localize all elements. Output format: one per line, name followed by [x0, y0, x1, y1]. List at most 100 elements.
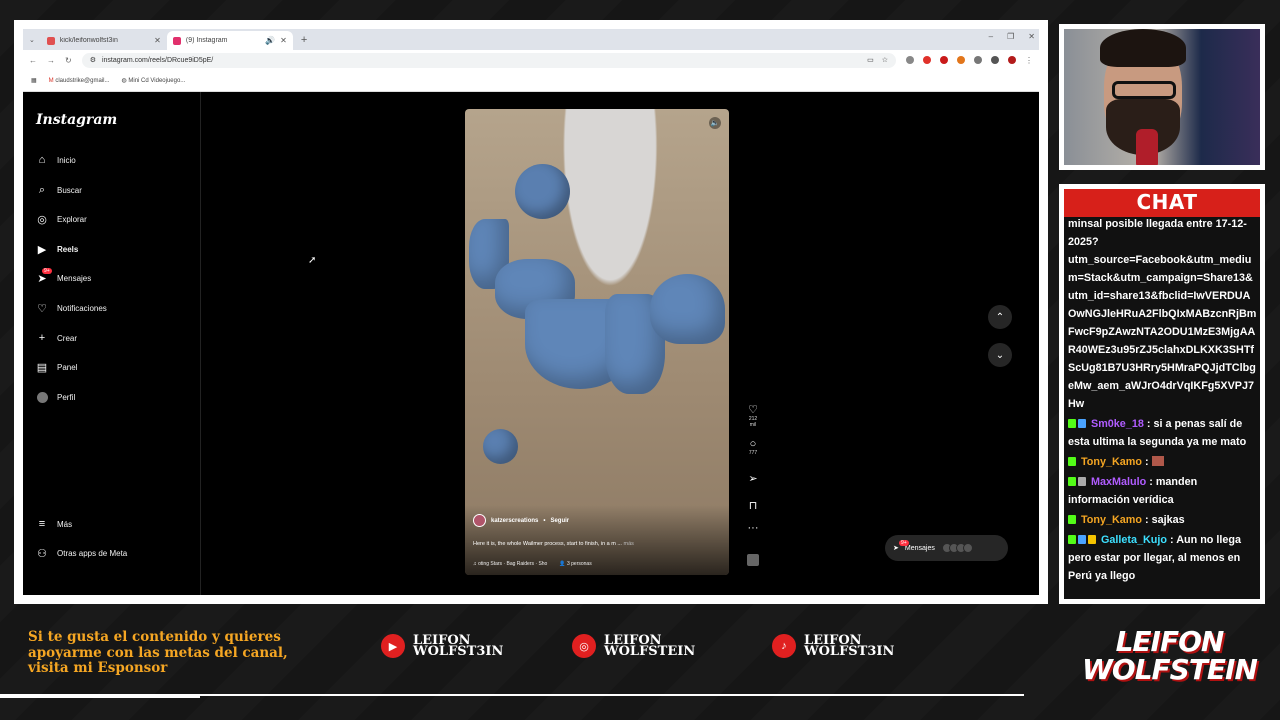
- extension-icon[interactable]: [974, 56, 982, 64]
- sidebar-item-mensajes[interactable]: ➤ 9+ Mensajes: [36, 268, 91, 286]
- url-text: instagram.com/reels/DRcue9iD5pE/: [101, 56, 214, 64]
- close-tab-icon[interactable]: ✕: [280, 36, 287, 45]
- bookmark-star-icon[interactable]: ☆: [882, 56, 888, 64]
- apps-icon[interactable]: ▦: [31, 77, 37, 84]
- restore-icon[interactable]: ❐: [1007, 32, 1014, 41]
- sidebar-item-mas[interactable]: ≡ Más: [36, 516, 72, 532]
- extension-icon[interactable]: [906, 56, 914, 64]
- knitted-piece-image: [650, 274, 725, 344]
- extensions: ⋮: [906, 56, 1033, 65]
- reel-author: katzerscreations • Seguir: [473, 514, 569, 527]
- unread-badge: 9+: [42, 268, 52, 274]
- unread-badge: 9+: [899, 540, 909, 546]
- nav-label: Reels: [57, 244, 79, 254]
- messages-pill[interactable]: ➤ 9+ Mensajes: [885, 535, 1008, 561]
- audio-track[interactable]: ♫ oting Stars · Bag Raiders · Sho: [473, 561, 547, 567]
- messenger-icon: ➤ 9+: [37, 268, 52, 285]
- forward-icon[interactable]: →: [47, 56, 55, 65]
- more-icon: ···: [747, 522, 759, 534]
- reel-video[interactable]: 🔈 katzerscreations • Seguir Here it is, …: [465, 109, 729, 575]
- extension-icon[interactable]: [991, 56, 999, 64]
- sidebar-item-explorar[interactable]: ◎ Explorar: [36, 211, 87, 227]
- instagram-logo[interactable]: Instagram: [36, 112, 117, 128]
- chrome-menu-icon[interactable]: ⋮: [1025, 56, 1033, 65]
- home-icon: ⌂: [38, 154, 46, 166]
- social-instagram: ◎ LEIFON WOLFSTEIN: [572, 634, 695, 658]
- cast-icon[interactable]: ▭: [867, 56, 874, 64]
- meta-apps-icon: ⚇: [37, 547, 47, 560]
- sidebar-item-reels[interactable]: ▶ Reels: [36, 241, 79, 257]
- sidebar-item-buscar[interactable]: ⌕ Buscar: [36, 182, 82, 198]
- sidebar-item-crear[interactable]: + Crear: [36, 330, 77, 346]
- profile-avatar-icon[interactable]: [1008, 56, 1016, 64]
- chat-panel: minsal posible llegada entre 17-12-2025?…: [1059, 184, 1265, 604]
- chat-username[interactable]: Tony_Kamo: [1081, 514, 1142, 526]
- nav-label: Buscar: [57, 185, 82, 195]
- more-options-button[interactable]: ···: [745, 522, 761, 534]
- sidebar-item-perfil[interactable]: Perfil: [36, 389, 75, 405]
- instagram-sidebar: Instagram ⌂ Inicio ⌕ Buscar ◎ Explorar ▶…: [23, 92, 201, 595]
- extension-icon[interactable]: [923, 56, 931, 64]
- comment-icon: ○: [749, 438, 757, 450]
- close-window-icon[interactable]: ✕: [1028, 32, 1035, 41]
- tab-kick[interactable]: kick/leifonwolfst3in ✕: [41, 31, 167, 50]
- yarn-ball-image: [483, 429, 518, 464]
- nav-label: Explorar: [57, 214, 87, 224]
- next-reel-button[interactable]: ⌄: [988, 343, 1012, 367]
- chat-username[interactable]: Sm0ke_18: [1091, 418, 1144, 430]
- chat-username[interactable]: Tony_Kamo: [1081, 456, 1142, 468]
- close-tab-icon[interactable]: ✕: [154, 36, 161, 45]
- bookmark-minicd[interactable]: ◍ Mini Cd Videojuego...: [121, 77, 185, 84]
- speaker-icon[interactable]: 🔊: [265, 36, 275, 45]
- bookmark-icon: ⊓: [748, 500, 758, 512]
- author-avatar[interactable]: [473, 514, 486, 527]
- minimize-icon[interactable]: –: [989, 32, 993, 41]
- sidebar-item-inicio[interactable]: ⌂ Inicio: [36, 152, 76, 168]
- messenger-icon: ➤ 9+: [893, 540, 909, 552]
- reel-caption[interactable]: Here it is, the whole Wailmer process, s…: [473, 541, 634, 547]
- badge-icon: [1078, 477, 1086, 486]
- chat-username[interactable]: MaxMalulo: [1091, 476, 1146, 488]
- chat-username[interactable]: Galleta_Kujo: [1101, 534, 1167, 546]
- follow-button[interactable]: Seguir: [550, 518, 569, 524]
- author-name[interactable]: katzerscreations: [491, 518, 538, 524]
- extension-icon[interactable]: [940, 56, 948, 64]
- share-button[interactable]: ➢: [745, 472, 761, 485]
- bookmarks-bar: ▦ M claudstrike@gmail... ◍ Mini Cd Video…: [23, 70, 1039, 92]
- chat-message: Tony_Kamo : sajkas: [1068, 511, 1258, 529]
- tab-instagram[interactable]: (9) Instagram 🔊 ✕: [166, 31, 293, 50]
- tiktok-icon: ♪: [772, 634, 796, 658]
- like-button[interactable]: ♡ 212 mil: [745, 403, 761, 428]
- badge-icon: [1068, 477, 1076, 486]
- new-tab-icon[interactable]: +: [293, 31, 315, 50]
- nav-label: Perfil: [57, 392, 76, 402]
- reload-icon[interactable]: ↻: [65, 56, 72, 65]
- sidebar-item-meta-apps[interactable]: ⚇ Otras apps de Meta: [36, 545, 127, 561]
- compass-icon: ◎: [37, 213, 47, 226]
- tagged-people[interactable]: 👤 3 personas: [559, 561, 591, 567]
- messages-label: Mensajes: [904, 544, 935, 552]
- chat-message: MaxMalulo : manden información verídica: [1068, 476, 1198, 506]
- sidebar-item-notificaciones[interactable]: ♡ Notificaciones: [36, 300, 107, 316]
- comment-button[interactable]: ○ 777: [745, 438, 761, 456]
- badge-icon: [1068, 535, 1076, 544]
- extension-icon[interactable]: [957, 56, 965, 64]
- badge-icon: [1078, 419, 1086, 428]
- support-message: Si te gusta el contenido y quieres apoya…: [28, 629, 288, 676]
- bookmark-gmail[interactable]: M claudstrike@gmail...: [49, 78, 110, 84]
- globe-icon: ◍: [121, 78, 127, 84]
- previous-reel-button[interactable]: ⌃: [988, 305, 1012, 329]
- url-input[interactable]: ⚙ instagram.com/reels/DRcue9iD5pE/ ▭ ☆: [81, 52, 896, 68]
- tab-list-icon[interactable]: ⌄: [29, 31, 35, 50]
- save-button[interactable]: ⊓: [745, 499, 761, 512]
- mute-icon[interactable]: 🔈: [709, 117, 721, 129]
- reel-music: ♫ oting Stars · Bag Raiders · Sho 👤 3 pe…: [473, 561, 592, 567]
- chevron-up-icon: ⌃: [995, 311, 1005, 323]
- address-bar-row: ← → ↻ ⚙ instagram.com/reels/DRcue9iD5pE/…: [23, 50, 1039, 70]
- sidebar-item-panel[interactable]: ▤ Panel: [36, 359, 78, 375]
- badge-icon: [1068, 515, 1076, 524]
- caption-more-link[interactable]: más: [624, 541, 634, 547]
- audio-thumbnail[interactable]: [745, 554, 761, 566]
- back-icon[interactable]: ←: [29, 56, 37, 65]
- site-info-icon[interactable]: ⚙: [90, 56, 96, 64]
